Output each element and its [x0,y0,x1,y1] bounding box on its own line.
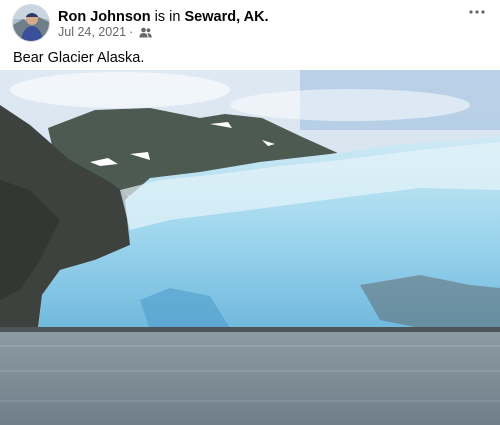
ellipsis-icon [469,10,485,14]
location-link[interactable]: Seward, AK. [185,9,269,25]
post-header: Ron Johnson is in Seward, AK. Jul 24, 20… [0,0,500,44]
more-options-button[interactable] [464,3,490,21]
post-photo[interactable] [0,70,500,425]
post-caption: Bear Glacier Alaska. [13,50,145,66]
friends-icon[interactable] [139,27,153,38]
post-date[interactable]: Jul 24, 2021 [58,25,126,39]
avatar-image [13,5,49,41]
meta-separator: · [129,25,134,39]
avatar[interactable] [12,4,50,42]
author-name[interactable]: Ron Johnson [58,9,151,25]
author-line: Ron Johnson is in Seward, AK. [58,9,269,25]
is-in-text: is in [154,9,181,25]
post-meta: Jul 24, 2021 · [58,25,153,39]
